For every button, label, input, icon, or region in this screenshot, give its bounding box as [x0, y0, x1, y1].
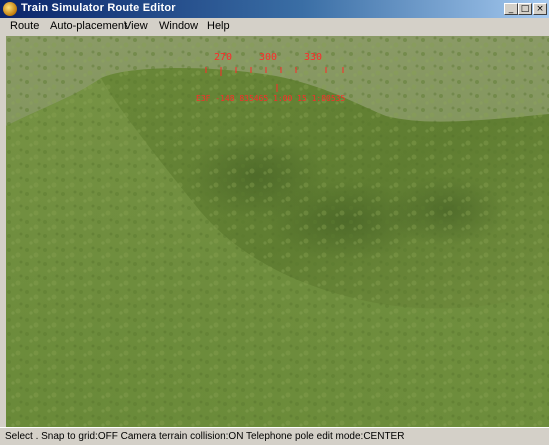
minimize-button[interactable]: _: [504, 3, 518, 15]
status-text: Select . Snap to grid:OFF Camera terrain…: [5, 431, 405, 442]
menu-help[interactable]: Help: [207, 20, 230, 32]
menu-auto-placement[interactable]: Auto-placement: [50, 20, 127, 32]
menu-bar: Route Auto-placement View Window Help: [0, 18, 549, 36]
window-title: Train Simulator Route Editor: [21, 2, 176, 14]
app-icon: [3, 2, 17, 16]
maximize-button[interactable]: □: [518, 3, 532, 15]
3d-terrain-viewport[interactable]: 270 300 330 E3F -148 835465 1:00 15 1:80…: [6, 36, 549, 427]
route-editor-window: Train Simulator Route Editor _ □ × Route…: [0, 0, 549, 445]
menu-route[interactable]: Route: [10, 20, 39, 32]
title-bar[interactable]: Train Simulator Route Editor _ □ ×: [0, 0, 549, 18]
close-button[interactable]: ×: [533, 3, 547, 15]
compass-heading: 330: [304, 52, 322, 63]
compass-readout: E3F -148 835465 1:00 15 1:80535: [196, 94, 345, 103]
menu-window[interactable]: Window: [159, 20, 198, 32]
terrain-scene: 270 300 330 E3F -148 835465 1:00 15 1:80…: [6, 36, 549, 427]
compass-heading: 270: [214, 52, 232, 63]
status-bar: Select . Snap to grid:OFF Camera terrain…: [0, 427, 549, 445]
menu-view[interactable]: View: [124, 20, 148, 32]
compass-heading: 300: [259, 52, 277, 63]
